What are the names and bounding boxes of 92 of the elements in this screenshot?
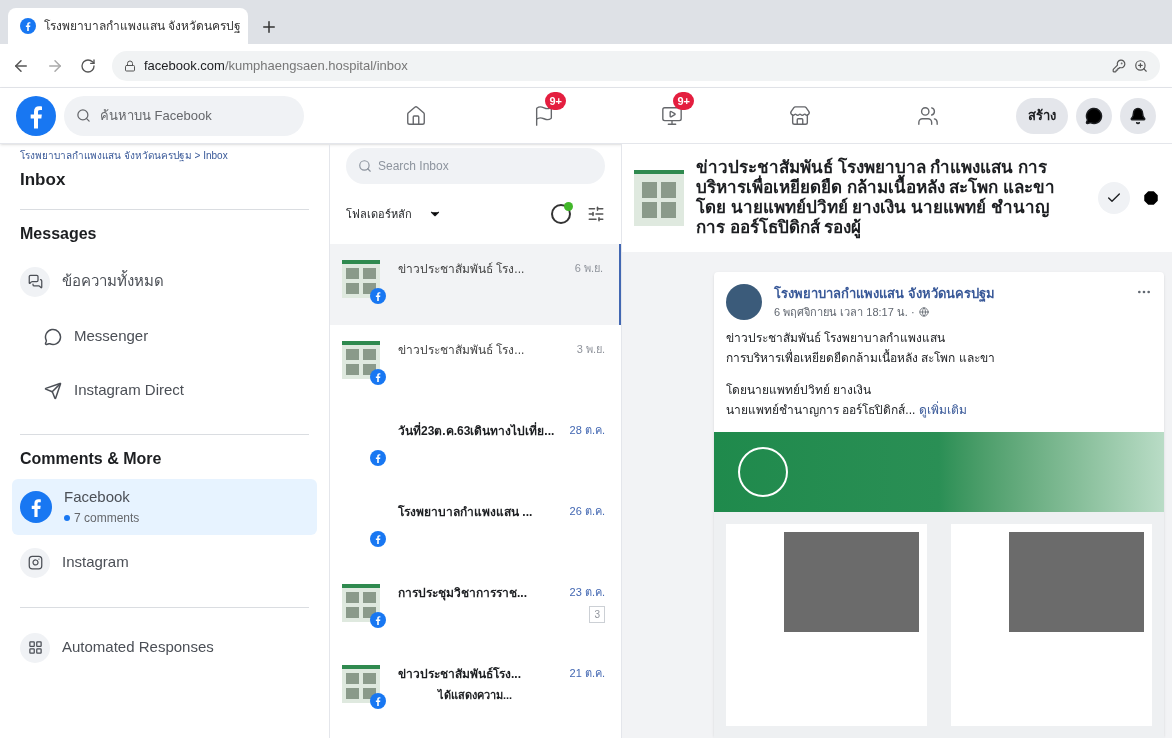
facebook-logo (16, 95, 56, 136)
chat-bubbles-icon (27, 274, 43, 289)
group-icon (917, 104, 939, 127)
bell-icon (1129, 106, 1147, 125)
conversation-date: 26 ต.ค. (569, 504, 605, 519)
section-heading: Comments & More (20, 448, 163, 469)
post-text: ข่าวประชาสัมพันธ์ โรงพยาบาลกำแพงแสน การบริหารเพื่อเหยียดยืดกล้ามเนื้อหลัง สะโพก และขา (726, 330, 996, 367)
search-icon (76, 107, 91, 123)
conversation-date: 3 พ.ย. (576, 342, 605, 357)
address-bar[interactable]: facebook.com/kumphaengsaen.hospital/inbox (112, 50, 1160, 81)
search-field[interactable]: ค้นหาบน Facebook (64, 95, 304, 136)
store-icon (789, 104, 811, 127)
nav-tab[interactable]: 9+ (514, 91, 574, 140)
flag-icon (533, 104, 555, 127)
item-label: Facebook (64, 487, 131, 508)
conversation-date: 23 ต.ค. (569, 585, 605, 600)
facebook-favicon-icon (20, 18, 36, 34)
search-icon (358, 159, 372, 173)
sidebar-item[interactable]: ข้อความทั้งหมด (12, 253, 317, 310)
sidebar-item[interactable]: Instagram (12, 534, 317, 591)
key-icon[interactable] (1112, 58, 1126, 73)
conversation-item[interactable]: การประชุมวิชาการราช... 23 ต.ค. 3 (330, 568, 621, 649)
conversation-item[interactable]: ข่าวประชาสัมพันธ์ โรง... 6 พ.ย. (330, 244, 621, 325)
item-label: Instagram Direct (74, 380, 185, 401)
notification-badge: 9+ (673, 91, 694, 110)
inbox-search-field[interactable]: Search Inbox (346, 148, 605, 184)
section-heading: Messages (20, 223, 98, 244)
url-text: facebook.com/kumphaengsaen.hospital/inbox (144, 56, 408, 75)
item-label: ข้อความทั้งหมด (62, 270, 164, 292)
messenger-icon (44, 327, 62, 346)
avatar (726, 284, 762, 320)
conversation-snippet: ได้แสดงความ... (436, 688, 513, 703)
conversation-date: 28 ต.ค. (569, 423, 605, 438)
sidebar-item[interactable]: Instagram Direct (12, 363, 317, 418)
reload-icon[interactable] (80, 57, 96, 74)
post-thumbnail-image (634, 170, 684, 226)
post-author-link[interactable]: โรงพยาบาลกำแพงแสน จังหวัดนครปฐม (774, 284, 1124, 304)
item-label: Automated Responses (62, 637, 214, 658)
breadcrumb[interactable]: โรงพยาบาลกำแพงแสน จังหวัดนครปฐม > Inbox (12, 148, 317, 163)
direct-arrow-icon (44, 381, 62, 400)
globe-icon (918, 306, 929, 317)
conversation-title: ข่าวประชาสัมพันธ์ โรง... (398, 342, 526, 359)
facebook-badge-icon (370, 369, 386, 385)
nav-tab[interactable]: 9+ (642, 91, 702, 140)
conversation-date: 6 พ.ย. (574, 261, 603, 276)
facebook-badge-icon (370, 288, 386, 304)
conversation-title: วันที่23ต.ค.63เดินทางไปเที่ย... (398, 422, 556, 440)
instagram-icon (27, 555, 43, 570)
grid-icon (27, 640, 43, 655)
browser-tab[interactable]: โรงพยาบาลกำแพงแสน จังหวัดนครปฐ (8, 8, 248, 44)
home-icon (405, 104, 427, 127)
mark-done-button[interactable] (1098, 182, 1130, 214)
alert-icon[interactable] (1142, 189, 1160, 207)
count-badge: 3 (589, 606, 605, 623)
create-button[interactable]: สร้าง (1016, 97, 1068, 134)
lock-icon (124, 59, 136, 72)
facebook-badge-icon (370, 693, 386, 709)
conversation-item[interactable]: โรงพยาบาลกำแพงแสน ... 26 ต.ค. (330, 487, 621, 568)
sidebar-item[interactable]: Messenger (12, 309, 317, 364)
facebook-badge-icon (370, 450, 386, 466)
item-label: Instagram (62, 552, 129, 573)
sidebar-item[interactable]: Automated Responses (12, 619, 317, 676)
notification-badge: 9+ (545, 91, 566, 110)
conversation-date: 21 ต.ค. (569, 666, 605, 681)
notifications-button[interactable] (1120, 97, 1156, 134)
chat-status-icon[interactable] (551, 204, 571, 224)
item-subtitle: 7 comments (74, 509, 140, 527)
item-label: Messenger (74, 326, 149, 347)
facebook-badge-icon (370, 531, 386, 547)
conversation-title: ข่าวประชาสัมพันธ์ โรง... (398, 261, 526, 278)
conversation-item[interactable]: ข่าวประชาสัมพันธ์ โรง... 3 พ.ย. (330, 325, 621, 406)
messenger-button[interactable] (1076, 97, 1112, 134)
conversation-title: ข่าวประชาสัมพันธ์โรง... (398, 666, 522, 683)
messenger-icon (1085, 106, 1103, 125)
conversation-item[interactable]: วันที่23ต.ค.63เดินทางไปเที่ย... 28 ต.ค. (330, 406, 621, 487)
video-icon (661, 104, 683, 127)
conversation-heading: ข่าวประชาสัมพันธ์ โรงพยาบาล กำแพงแสน การบริหารเพื่อเหยียดยืด กล้ามเนื้อหลัง สะโพก และขา โดย นายแพทย์ปวิทย์ ยางเงิน นายแพทย์ ชำนาญการ ออร์โธปิดิกส์ รองผู้ (696, 158, 1056, 238)
filter-icon[interactable] (587, 205, 605, 223)
see-more-link[interactable]: ดูเพิ่มเติม (918, 403, 967, 417)
post-time[interactable]: 6 พฤศจิกายน เวลา 18:17 น. · (774, 303, 915, 320)
tab-title: โรงพยาบาลกำแพงแสน จังหวัดนครปฐ (44, 18, 242, 35)
page-title: Inbox (19, 169, 67, 191)
conversation-title: โรงพยาบาลกำแพงแสน ... (398, 504, 534, 521)
facebook-badge-icon (370, 612, 386, 628)
sidebar-item[interactable]: Facebook 7 comments (12, 478, 317, 535)
post-text: โดยนายแพทย์ปวิทย์ ยางเงิน นายแพทย์ชำนาญการ ออร์โธปิดิกส์... ดูเพิ่มเติม (726, 382, 968, 420)
folder-dropdown[interactable]: โฟลเดอร์หลัก (346, 205, 442, 223)
zoom-icon[interactable] (1134, 58, 1148, 73)
conversation-item[interactable]: ข่าวประชาสัมพันธ์โรง... 21 ต.ค. ได้แสดงความ... (330, 649, 621, 730)
conversation-title: การประชุมวิชาการราช... (398, 585, 528, 602)
facebook-icon (20, 490, 52, 523)
new-tab-icon[interactable] (260, 18, 278, 36)
